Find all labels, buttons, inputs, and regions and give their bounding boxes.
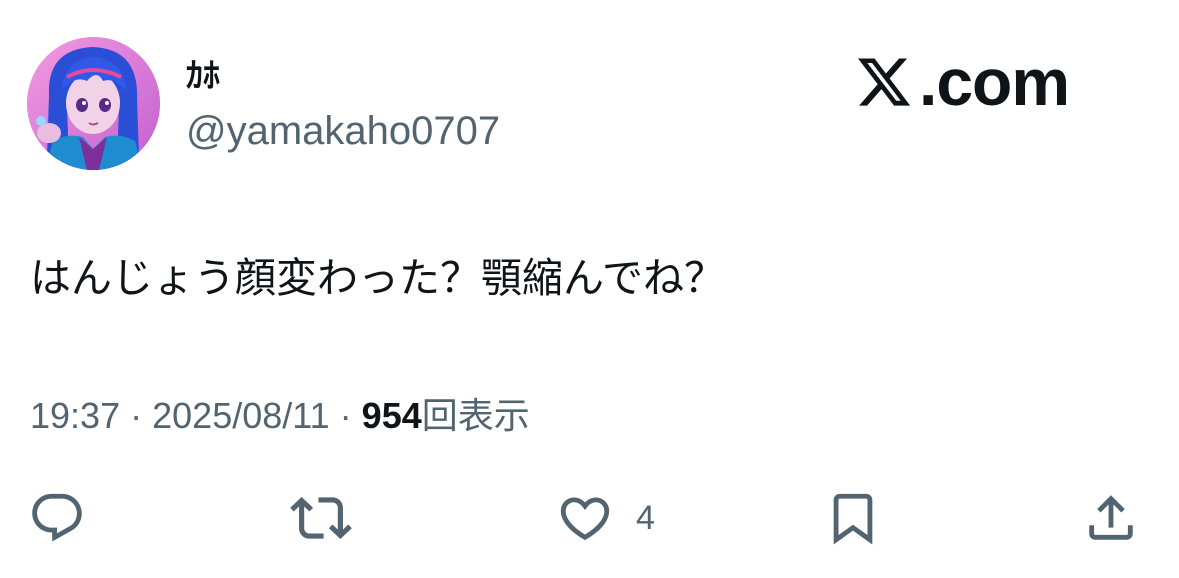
- avatar[interactable]: [27, 37, 160, 170]
- x-com-logo: .com: [853, 45, 1070, 119]
- bookmark-icon: [833, 493, 873, 545]
- tweet-meta: 19:37 · 2025/08/11 · 954回表示: [30, 392, 530, 440]
- tweet-text: はんじょう顔変わった？顎縮んでね？: [30, 255, 725, 301]
- like-button[interactable]: 4: [556, 486, 655, 550]
- reply-button[interactable]: [28, 486, 86, 550]
- share-button[interactable]: [1082, 486, 1140, 550]
- bookmark-button[interactable]: [824, 486, 882, 550]
- like-count: 4: [636, 499, 655, 537]
- anime-avatar-icon: [27, 37, 160, 170]
- reply-icon: [32, 493, 82, 542]
- heart-icon: [560, 497, 610, 541]
- meta-separator: ·: [339, 395, 352, 436]
- x-logo-icon: [858, 58, 911, 106]
- retweet-button[interactable]: [290, 486, 352, 550]
- logo-text: .com: [919, 45, 1070, 119]
- display-name[interactable]: ｶﾎ: [186, 52, 220, 100]
- tweet-time[interactable]: 19:37: [30, 395, 120, 436]
- retweet-icon: [290, 497, 352, 539]
- user-handle[interactable]: @yamakaho0707: [186, 103, 500, 159]
- views-count: 954: [361, 395, 422, 436]
- share-icon: [1089, 495, 1133, 540]
- views-label: 回表示: [421, 395, 530, 436]
- meta-separator: ·: [130, 395, 143, 436]
- tweet-date[interactable]: 2025/08/11: [152, 395, 330, 436]
